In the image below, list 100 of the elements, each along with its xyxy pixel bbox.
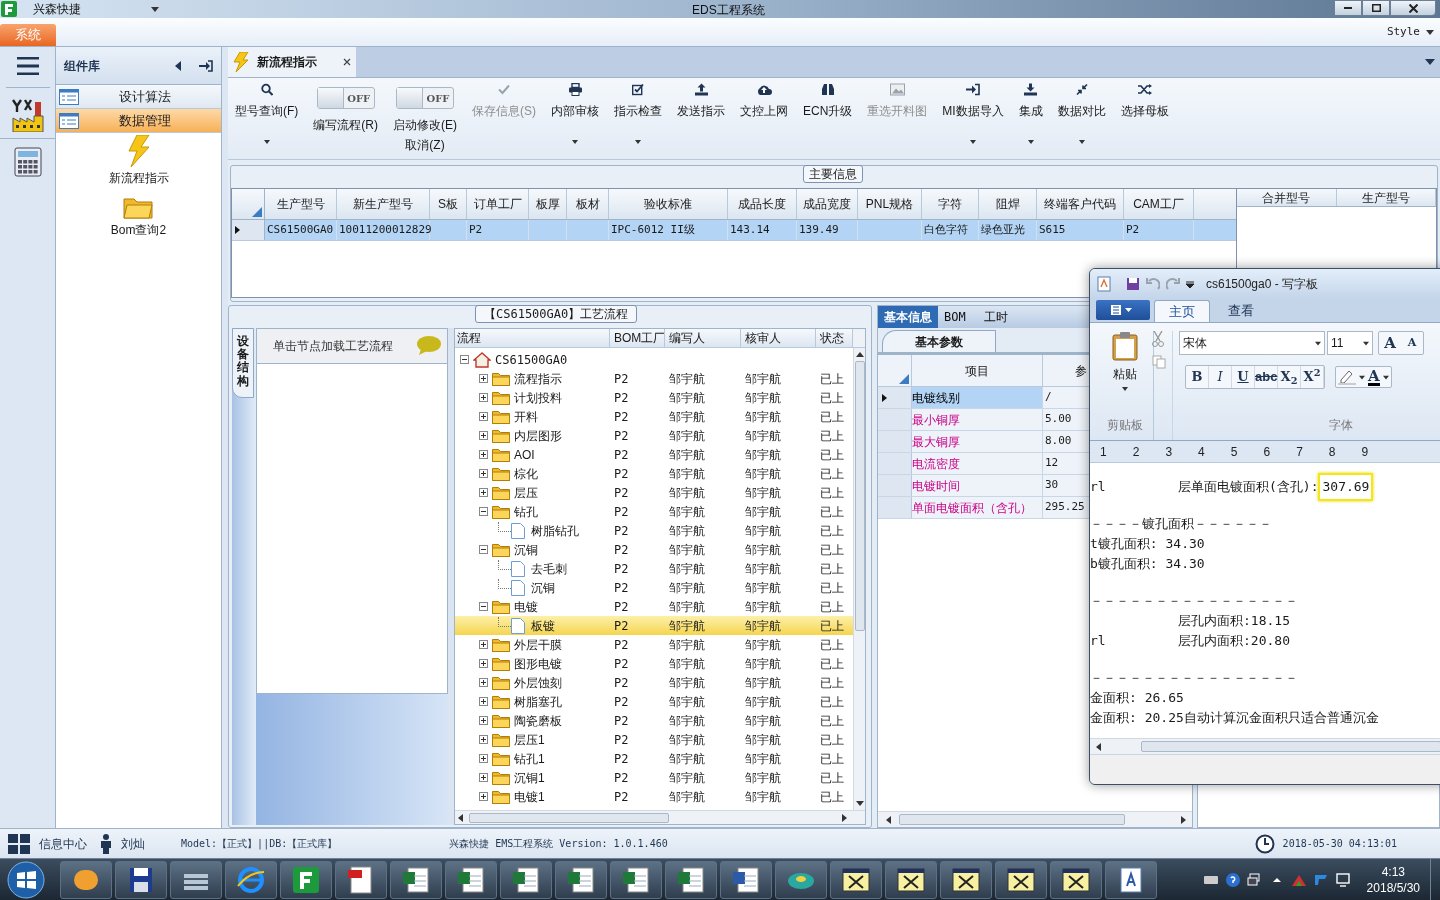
font-color-button[interactable]: A: [1368, 368, 1380, 386]
expand-icon[interactable]: [479, 450, 488, 459]
calculator-icon[interactable]: [13, 147, 42, 177]
taskbar-clock[interactable]: 4:13 2018/5/30: [1366, 863, 1420, 896]
side-tab[interactable]: 设备结构: [232, 328, 254, 398]
taskbar-button[interactable]: [115, 860, 167, 899]
toolbar-button[interactable]: 型号查询(F): [234, 78, 300, 144]
scroll-left-icon[interactable]: [1096, 742, 1101, 751]
scrollbar-thumb[interactable]: [469, 812, 669, 823]
tree-row[interactable]: 板镀 P2 邹宇航 邹宇航 已上: [455, 616, 853, 635]
column-header[interactable]: 字符: [922, 189, 979, 219]
tree-row[interactable]: 外层蚀刻 P2 邹宇航 邹宇航 已上: [455, 673, 853, 692]
expand-icon[interactable]: [479, 773, 488, 782]
column-header[interactable]: 项目: [912, 355, 1043, 386]
column-header[interactable]: S板: [430, 189, 467, 219]
collapse-icon[interactable]: [479, 602, 488, 611]
italic-button[interactable]: I: [1209, 366, 1232, 388]
highlighter-icon[interactable]: [1338, 369, 1356, 385]
collapse-icon[interactable]: [175, 60, 181, 71]
column-header[interactable]: 订单工厂: [467, 189, 529, 219]
expand-icon[interactable]: [479, 678, 488, 687]
select-all-icon[interactable]: [899, 374, 909, 384]
taskbar-button[interactable]: [225, 860, 277, 899]
toggle-switch[interactable]: OFF: [316, 87, 375, 109]
ribbon-tab[interactable]: 主页: [1154, 300, 1210, 322]
tree-row[interactable]: 电镀1 P2 邹宇航 邹宇航 已上: [455, 787, 853, 806]
toolbar-button[interactable]: ECN升级: [802, 78, 854, 120]
expand-icon[interactable]: [479, 469, 488, 478]
toolbar-button[interactable]: MI数据导入: [941, 78, 1005, 144]
tree-row[interactable]: 内层图形 P2 邹宇航 邹宇航 已上: [455, 426, 853, 445]
column-header[interactable]: 生产型号: [1336, 189, 1436, 206]
taskbar-button[interactable]: [665, 860, 717, 899]
tree-row[interactable]: 流程指示 P2 邹宇航 邹宇航 已上: [455, 369, 853, 388]
toolbar-button[interactable]: 指示检查: [613, 78, 663, 144]
column-header[interactable]: 板厚: [529, 189, 567, 219]
collapse-icon[interactable]: [479, 507, 488, 516]
close-icon[interactable]: [343, 58, 351, 66]
tree-row[interactable]: 树脂钻孔 P2 邹宇航 邹宇航 已上: [455, 521, 853, 540]
column-header[interactable]: 核审人: [741, 329, 816, 347]
column-header[interactable]: 阻焊: [979, 189, 1037, 219]
tree-row[interactable]: 沉铜1 P2 邹宇航 邹宇航 已上: [455, 768, 853, 787]
panel-tab[interactable]: BOM: [938, 306, 972, 328]
tree-row[interactable]: 计划投料 P2 邹宇航 邹宇航 已上: [455, 388, 853, 407]
caret-icon[interactable]: [1425, 59, 1435, 65]
column-header[interactable]: 验收标准: [609, 189, 728, 219]
tree-row[interactable]: 图形电镀 P2 邹宇航 邹宇航 已上: [455, 654, 853, 673]
grid-icon[interactable]: [8, 833, 30, 854]
cut-icon[interactable]: [1152, 331, 1164, 347]
taskbar-button[interactable]: [60, 860, 112, 899]
shortcut-button[interactable]: Bom查询2: [110, 195, 167, 239]
tree-row[interactable]: 层压 P2 邹宇航 邹宇航 已上: [455, 483, 853, 502]
taskbar-button[interactable]: [720, 860, 772, 899]
start-icon[interactable]: [6, 859, 46, 900]
taskbar-button[interactable]: [830, 860, 882, 899]
caret-icon[interactable]: [1382, 374, 1389, 380]
expand-icon[interactable]: [479, 716, 488, 725]
toolbar-button[interactable]: 数据对比: [1056, 78, 1107, 144]
scroll-down-icon[interactable]: [855, 801, 864, 806]
tree-row[interactable]: 去毛刺 P2 邹宇航 邹宇航 已上: [455, 559, 853, 578]
maximize-button[interactable]: [1362, 0, 1390, 16]
toggle-button[interactable]: OFF 启动修改(E) 取消(Z): [392, 78, 458, 154]
minimize-button[interactable]: [1334, 0, 1362, 16]
tree-row[interactable]: 沉铜 P2 邹宇航 邹宇航 已上: [455, 578, 853, 597]
column-header[interactable]: 合并型号: [1237, 189, 1337, 206]
taskbar-button[interactable]: [170, 860, 222, 899]
toolbar-button[interactable]: 发送指示: [676, 78, 726, 120]
tree-row[interactable]: 钻孔1 P2 邹宇航 邹宇航 已上: [455, 749, 853, 768]
tree-row[interactable]: 沉铜 P2 邹宇航 邹宇航 已上: [455, 540, 853, 559]
strikethrough-button[interactable]: abc: [1255, 366, 1278, 388]
underline-button[interactable]: U: [1232, 366, 1255, 388]
taskbar-button[interactable]: [940, 860, 992, 899]
factory-icon[interactable]: [10, 98, 45, 132]
column-header[interactable]: PNL规格: [858, 189, 922, 219]
toggle-switch[interactable]: OFF: [396, 87, 454, 109]
tree-row[interactable]: CS61500GA0: [455, 350, 853, 369]
taskbar-button[interactable]: [280, 860, 332, 899]
taskbar-button[interactable]: [445, 860, 497, 899]
column-header[interactable]: 成品长度: [728, 189, 797, 219]
bold-button[interactable]: B: [1186, 366, 1209, 388]
sidebar-item[interactable]: 数据管理: [56, 109, 221, 133]
subscript-button[interactable]: X$_{2}$: [1278, 366, 1301, 388]
scrollbar-thumb[interactable]: [1141, 741, 1440, 752]
column-header[interactable]: CAM工厂: [1124, 189, 1194, 219]
shrink-font-button[interactable]: A: [1401, 332, 1423, 354]
scroll-right-icon[interactable]: [1181, 815, 1186, 824]
customize-icon[interactable]: [1186, 280, 1194, 288]
taskbar-button[interactable]: [500, 860, 552, 899]
scroll-up-icon[interactable]: [855, 352, 864, 357]
font-name-field[interactable]: 宋体: [1179, 331, 1325, 355]
expand-icon[interactable]: [479, 697, 488, 706]
monitor-icon[interactable]: [1334, 871, 1351, 888]
scroll-left-icon[interactable]: [886, 815, 891, 824]
paste-button[interactable]: 粘贴: [1111, 331, 1138, 391]
taskbar-button[interactable]: [885, 860, 937, 899]
expand-icon[interactable]: [479, 792, 488, 801]
panel-tab[interactable]: 工时: [977, 306, 1014, 328]
tree-row[interactable]: AOI P2 邹宇航 邹宇航 已上: [455, 445, 853, 464]
expand-icon[interactable]: [479, 754, 488, 763]
toolbar-button[interactable]: 内部审核: [550, 78, 600, 144]
column-header[interactable]: 流程: [455, 329, 610, 347]
